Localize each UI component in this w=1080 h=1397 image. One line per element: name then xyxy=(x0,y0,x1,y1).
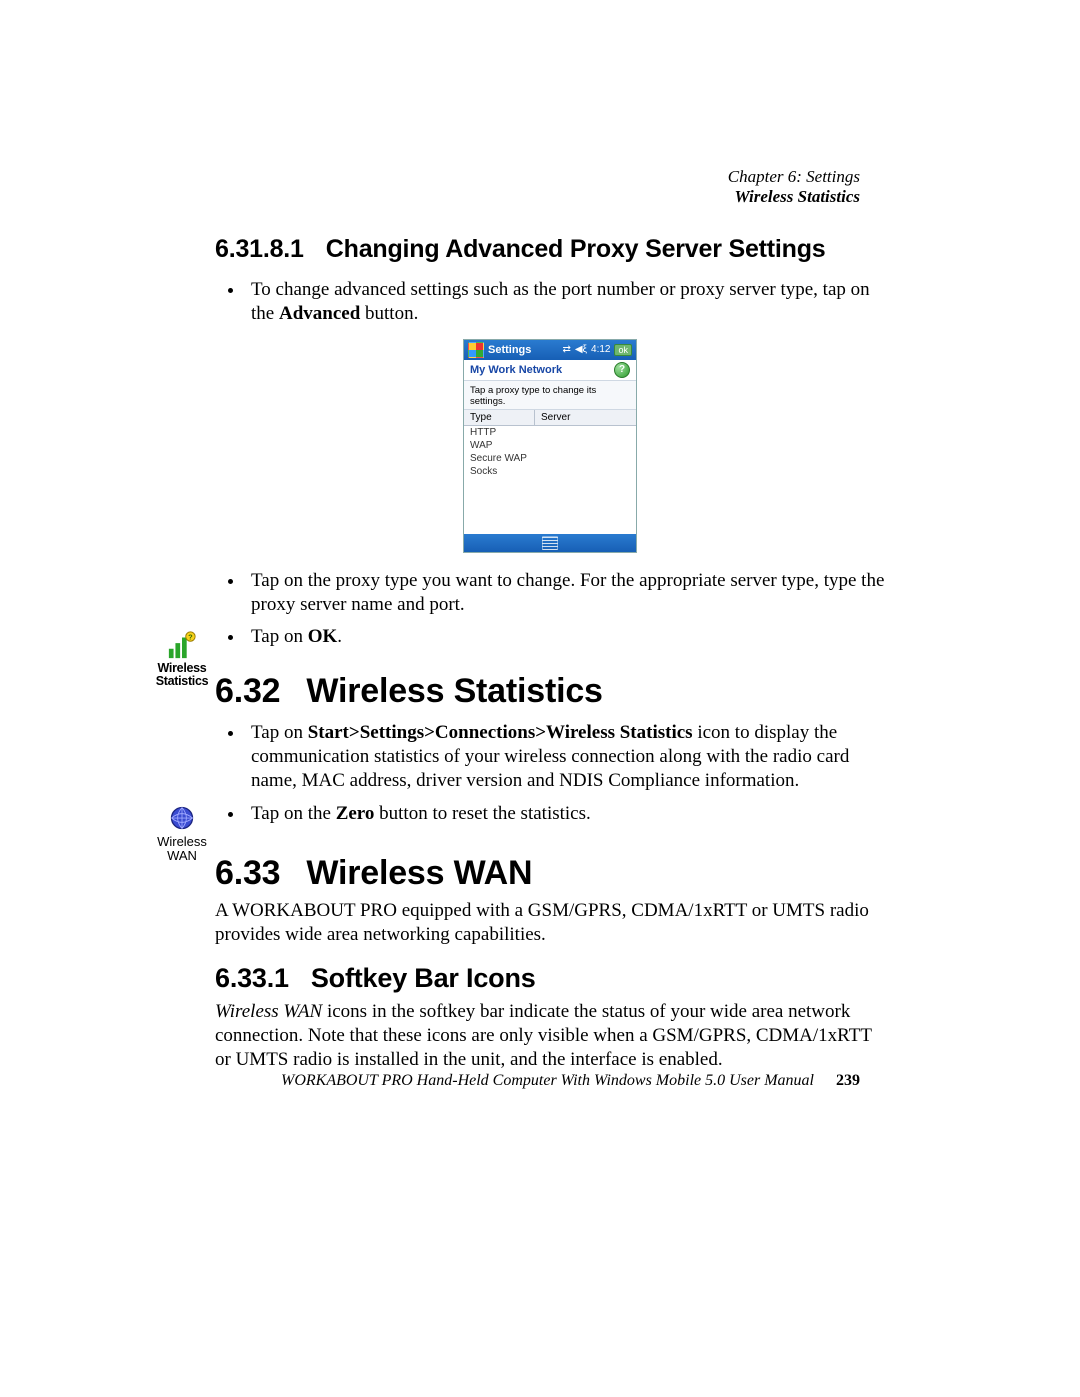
proxy-row[interactable]: HTTP xyxy=(464,426,636,439)
list-item: Tap on Start>Settings>Connections>Wirele… xyxy=(245,721,885,794)
bullet-list: Tap on Start>Settings>Connections>Wirele… xyxy=(223,721,885,826)
wm-proxy-list: HTTP WAP Secure WAP Socks xyxy=(464,426,636,534)
wireless-statistics-icon: ? xyxy=(167,630,197,660)
wm-instruction: Tap a proxy type to change its settings. xyxy=(464,381,636,410)
italic-text: Wireless WAN xyxy=(215,1001,322,1022)
page-footer: WORKABOUT PRO Hand-Held Computer With Wi… xyxy=(0,1072,860,1090)
wm-title-text: Settings xyxy=(488,344,531,356)
wm-subtitle-bar: My Work Network ? xyxy=(464,360,636,381)
text: Tap on xyxy=(251,722,308,743)
text: Tap on xyxy=(251,626,308,647)
heading-number: 6.31.8.1 xyxy=(215,235,304,264)
embedded-screenshot: Settings ⇄ ◀ξ 4:12 ok My Work Network ? … xyxy=(463,339,637,553)
heading-title: Wireless Statistics xyxy=(306,672,602,710)
text: Tap on the proxy type you want to change… xyxy=(251,570,884,615)
wm-status: ⇄ ◀ξ 4:12 ok xyxy=(562,344,632,356)
wm-subtitle: My Work Network xyxy=(470,364,562,376)
heading-number: 6.33.1 xyxy=(215,963,289,994)
bullet-list: To change advanced settings such as the … xyxy=(223,278,885,327)
heading-title: Changing Advanced Proxy Server Settings xyxy=(326,235,826,263)
running-header: Chapter 6: Settings Wireless Statistics xyxy=(728,167,860,208)
wm-titlebar: Settings ⇄ ◀ξ 4:12 ok xyxy=(464,340,636,360)
heading-6-33: 6.33 Wireless WAN xyxy=(215,854,885,893)
paragraph: Wireless WAN icons in the softkey bar in… xyxy=(215,1000,885,1072)
svg-text:?: ? xyxy=(188,632,193,641)
help-icon[interactable]: ? xyxy=(614,362,630,378)
col-header-type[interactable]: Type xyxy=(464,410,535,425)
margin-icon-label: Wireless Statistics xyxy=(152,662,212,688)
heading-6-31-8-1: 6.31.8.1 Changing Advanced Proxy Server S… xyxy=(215,235,885,264)
text: . xyxy=(337,626,342,647)
section-label: Wireless Statistics xyxy=(728,187,860,207)
list-item: Tap on OK. xyxy=(245,625,885,649)
text: Tap on the xyxy=(251,803,336,824)
proxy-row[interactable]: Socks xyxy=(464,465,636,478)
list-item: Tap on the Zero button to reset the stat… xyxy=(245,802,885,826)
margin-icon-label-line2: WAN xyxy=(152,849,212,863)
heading-number: 6.33 xyxy=(215,854,280,893)
footer-text: WORKABOUT PRO Hand-Held Computer With Wi… xyxy=(281,1072,814,1089)
chapter-label: Chapter 6: Settings xyxy=(728,167,860,187)
margin-icon-wireless-wan: Wireless WAN xyxy=(152,803,212,862)
margin-icon-label-line1: Wireless xyxy=(152,835,212,849)
manual-page: Chapter 6: Settings Wireless Statistics … xyxy=(0,0,1080,1397)
connectivity-icon: ⇄ xyxy=(562,344,570,355)
heading-title: Softkey Bar Icons xyxy=(311,963,536,993)
text: button to reset the statistics. xyxy=(374,803,590,824)
keyboard-icon[interactable] xyxy=(542,536,558,550)
bold-text: Advanced xyxy=(279,303,360,324)
wm-softkey-bar xyxy=(464,534,636,552)
heading-6-33-1: 6.33.1 Softkey Bar Icons xyxy=(215,963,885,994)
wireless-wan-icon xyxy=(167,803,197,833)
heading-title: Wireless WAN xyxy=(306,854,532,892)
text: button. xyxy=(360,303,418,324)
proxy-row[interactable]: WAP xyxy=(464,439,636,452)
margin-icon-wireless-statistics: ? Wireless Statistics xyxy=(152,630,212,688)
bold-text: OK xyxy=(308,626,338,647)
paragraph: A WORKABOUT PRO equipped with a GSM/GPRS… xyxy=(215,899,885,947)
page-number: 239 xyxy=(836,1072,860,1089)
heading-number: 6.32 xyxy=(215,672,280,711)
clock: 4:12 xyxy=(591,344,610,355)
heading-6-32: 6.32 Wireless Statistics xyxy=(215,672,885,711)
ok-button[interactable]: ok xyxy=(614,344,632,356)
col-header-server[interactable]: Server xyxy=(535,410,636,425)
list-item: Tap on the proxy type you want to change… xyxy=(245,569,885,618)
bold-text: Start>Settings>Connections>Wireless Stat… xyxy=(308,722,693,743)
list-item: To change advanced settings such as the … xyxy=(245,278,885,327)
start-flag-icon xyxy=(468,342,484,358)
volume-icon: ◀ξ xyxy=(575,344,587,355)
bullet-list: Tap on the proxy type you want to change… xyxy=(223,569,885,650)
wm-column-headers: Type Server xyxy=(464,410,636,426)
content-column: 6.31.8.1 Changing Advanced Proxy Server S… xyxy=(215,235,885,1072)
proxy-row[interactable]: Secure WAP xyxy=(464,452,636,465)
bold-text: Zero xyxy=(336,803,375,824)
